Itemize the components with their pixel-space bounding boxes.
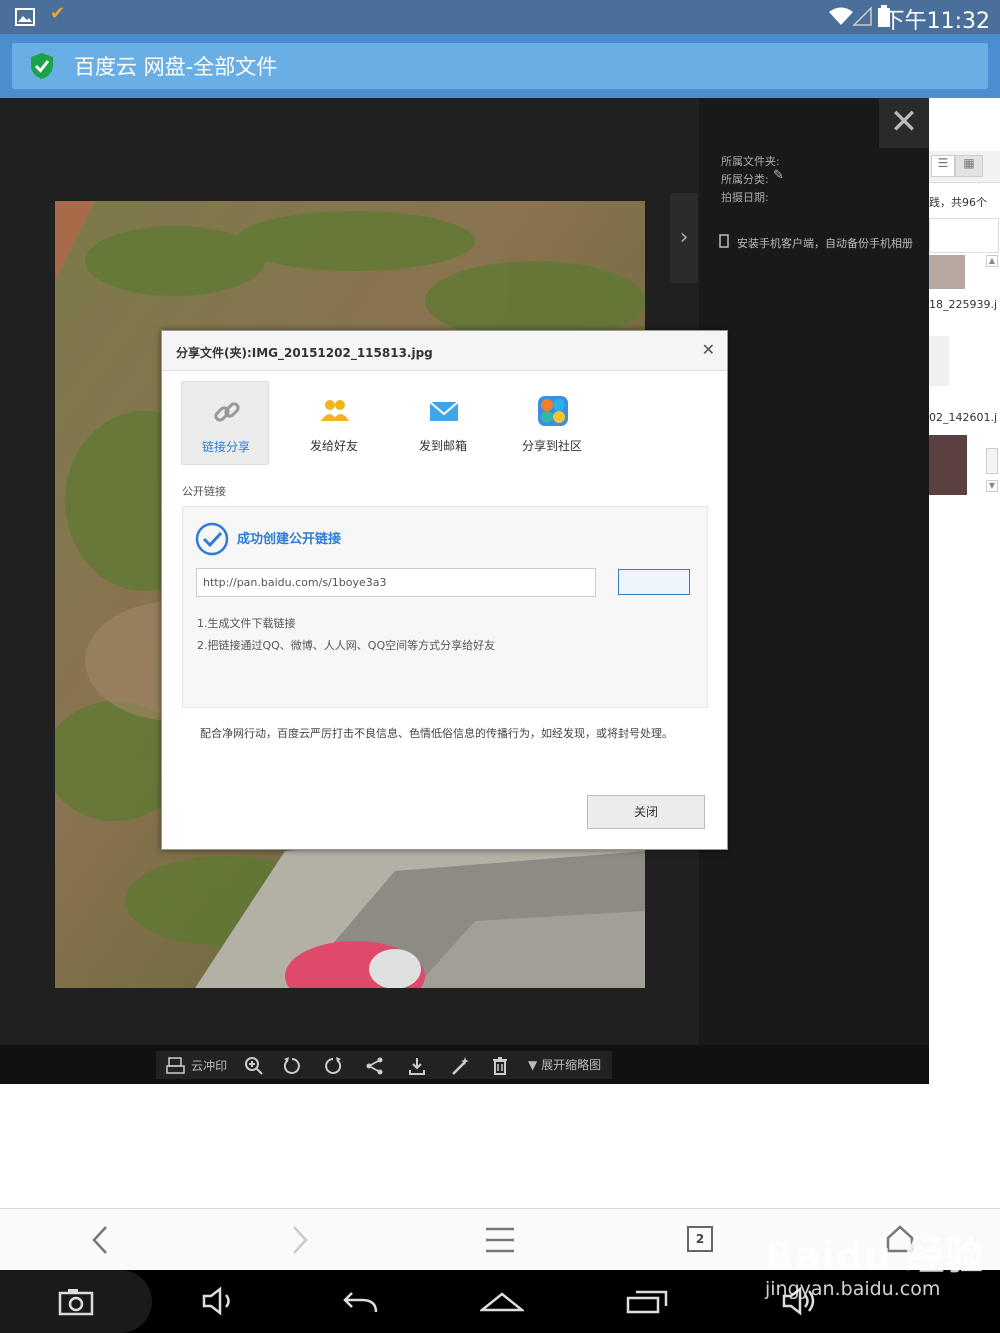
mail-icon bbox=[429, 401, 459, 421]
dialog-header: 分享文件(夹):IMG_20151202_115813.jpg ✕ bbox=[162, 331, 727, 371]
date-label: 拍摄日期: bbox=[721, 191, 769, 204]
status-bar: ✔ 下午11:32 bbox=[0, 0, 1000, 34]
scroll-down-icon[interactable]: ▼ bbox=[986, 480, 998, 492]
expand-thumbnails-label: 展开缩略图 bbox=[541, 1058, 602, 1072]
policy-notice: 配合净网行动，百度云严厉打击不良信息、色情低俗信息的传播行为，如经发现，或将封号… bbox=[200, 727, 673, 740]
file-thumbnail[interactable] bbox=[929, 255, 965, 289]
rotate-right-button[interactable] bbox=[323, 1055, 343, 1077]
recent-apps-icon[interactable] bbox=[626, 1288, 668, 1316]
file-thumbnail[interactable] bbox=[929, 435, 967, 495]
tab-label: 分享到社区 bbox=[521, 439, 582, 453]
magic-wand-icon bbox=[452, 1056, 469, 1075]
tip-line-1: 1.生成文件下载链接 bbox=[197, 617, 296, 630]
grid-view-icon[interactable]: ▦ bbox=[955, 155, 983, 177]
file-name[interactable]: 18_225939.j bbox=[929, 298, 997, 311]
address-bar[interactable]: 百度云 网盘-全部文件 bbox=[12, 43, 988, 89]
file-count: 践，共96个 bbox=[929, 196, 987, 209]
share-dialog: 分享文件(夹):IMG_20151202_115813.jpg ✕ 链接分享 发… bbox=[161, 330, 728, 850]
tab-label: 发到邮箱 bbox=[418, 439, 467, 453]
forward-arrow-icon[interactable] bbox=[290, 1225, 310, 1255]
magic-edit-button[interactable] bbox=[450, 1055, 470, 1077]
watermark-url: jingyan.baidu.com bbox=[765, 1278, 941, 1300]
trash-icon bbox=[493, 1056, 507, 1075]
viewer-toolbar: 云冲印 ▼ 展开缩略图 bbox=[0, 1045, 929, 1084]
tab-label: 发给好友 bbox=[309, 439, 358, 453]
secure-shield-icon bbox=[31, 53, 53, 79]
download-button[interactable] bbox=[407, 1055, 427, 1077]
category-label: 所属分类: bbox=[721, 173, 769, 186]
success-check-icon bbox=[195, 522, 229, 556]
tab-share-community[interactable]: 分享到社区 bbox=[508, 381, 596, 465]
cloud-print-label: 云冲印 bbox=[191, 1059, 228, 1073]
download-icon bbox=[409, 1057, 425, 1075]
share-link-field[interactable]: http://pan.baidu.com/s/1boye3a3 bbox=[196, 568, 596, 597]
friends-icon bbox=[321, 400, 349, 421]
menu-icon[interactable] bbox=[485, 1227, 515, 1253]
baidu-watermark: Baidu 经验 jingyan.baidu.com bbox=[765, 1225, 984, 1300]
close-viewer-button[interactable]: ✕ bbox=[879, 98, 929, 148]
back-icon[interactable] bbox=[340, 1290, 380, 1316]
tab-send-friends[interactable]: 发给好友 bbox=[290, 381, 378, 465]
file-name[interactable]: 02_142601.j bbox=[929, 411, 997, 424]
volume-icon[interactable] bbox=[202, 1286, 236, 1316]
public-link-section-label: 公开链接 bbox=[182, 485, 226, 498]
rotate-right-icon bbox=[325, 1056, 342, 1074]
file-thumbnail[interactable] bbox=[929, 336, 949, 386]
tab-count-button[interactable]: 2 bbox=[687, 1226, 713, 1252]
file-list-sliver: ☰ ▦ 践，共96个 ▲ 18_225939.j 02_142601.j ▼ bbox=[929, 98, 1000, 1084]
check-notification-icon: ✔ bbox=[50, 3, 66, 24]
delete-button[interactable] bbox=[490, 1055, 510, 1077]
wifi-icon bbox=[829, 7, 853, 25]
install-client-tip[interactable]: 安装手机客户端，自动备份手机相册 bbox=[737, 235, 913, 251]
dialog-title: 分享文件(夹):IMG_20151202_115813.jpg bbox=[176, 346, 433, 360]
share-button[interactable] bbox=[365, 1055, 385, 1077]
community-icon bbox=[538, 396, 568, 426]
scroll-up-icon[interactable]: ▲ bbox=[986, 255, 998, 267]
rotate-left-icon bbox=[283, 1056, 300, 1074]
tab-send-email[interactable]: 发到邮箱 bbox=[399, 381, 487, 465]
info-panel: ✕ 所属文件夹: 所属分类: ✎ 拍摄日期: 安装手机客户端，自动备份手机相册 bbox=[699, 98, 929, 1046]
clock: 下午11:32 bbox=[882, 9, 990, 34]
tab-label: 链接分享 bbox=[201, 440, 250, 454]
success-message: 成功创建公开链接 bbox=[237, 532, 342, 547]
caret-down-icon: ▼ bbox=[528, 1058, 538, 1072]
next-image-button[interactable]: › bbox=[670, 193, 698, 283]
printer-icon bbox=[166, 1056, 185, 1074]
close-button[interactable]: 关闭 bbox=[587, 795, 705, 829]
copy-link-button[interactable] bbox=[618, 569, 690, 595]
expand-thumbnails-button[interactable]: ▼ 展开缩略图 bbox=[528, 1055, 601, 1077]
list-view-icon[interactable]: ☰ bbox=[931, 155, 955, 177]
folder-label: 所属文件夹: bbox=[721, 155, 780, 168]
toolbar-group: 云冲印 ▼ 展开缩略图 bbox=[156, 1051, 612, 1079]
tip-line-2: 2.把链接通过QQ、微博、人人网、QQ空间等方式分享给好友 bbox=[197, 639, 496, 652]
zoom-in-button[interactable] bbox=[244, 1055, 264, 1077]
rotate-left-button[interactable] bbox=[282, 1055, 302, 1077]
tab-link-share[interactable]: 链接分享 bbox=[181, 381, 269, 465]
edit-pencil-icon[interactable]: ✎ bbox=[773, 168, 784, 183]
page-blank-area bbox=[0, 1084, 1000, 1208]
link-icon bbox=[214, 402, 240, 422]
scrollbar-thumb[interactable] bbox=[986, 448, 998, 474]
back-arrow-icon[interactable] bbox=[90, 1225, 110, 1255]
page-title: 百度云 网盘-全部文件 bbox=[74, 55, 278, 79]
share-icon bbox=[366, 1057, 383, 1074]
dialog-close-icon[interactable]: ✕ bbox=[702, 340, 715, 359]
phone-icon bbox=[719, 234, 729, 248]
gallery-icon bbox=[15, 8, 35, 26]
zoom-in-icon bbox=[245, 1056, 263, 1075]
cloud-print-button[interactable]: 云冲印 bbox=[166, 1055, 227, 1077]
camera-icon bbox=[58, 1289, 94, 1316]
home-nav-icon[interactable] bbox=[480, 1290, 524, 1314]
browser-title-bar: 百度云 网盘-全部文件 bbox=[0, 34, 1000, 98]
signal-icon bbox=[852, 6, 872, 26]
watermark-brand: Baidu 经验 bbox=[765, 1234, 985, 1278]
